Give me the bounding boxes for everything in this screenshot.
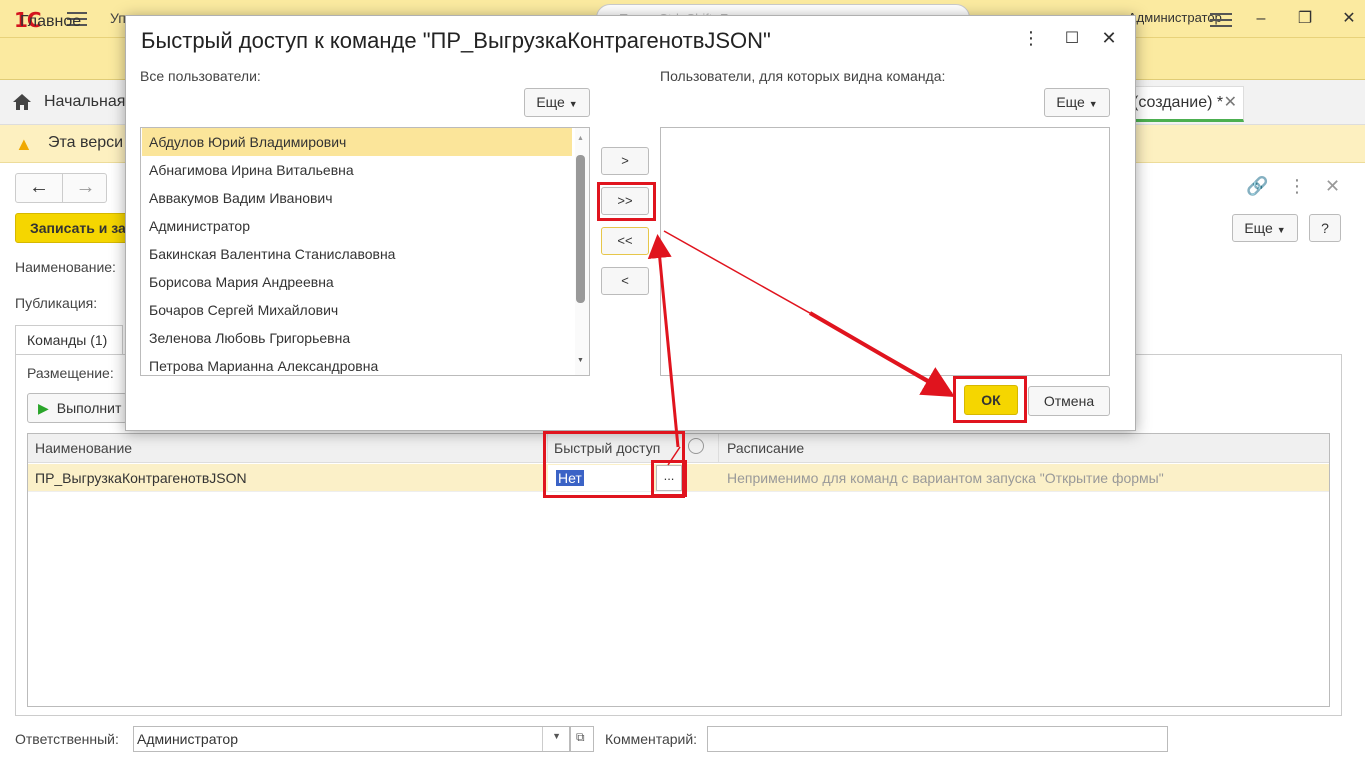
annotation-arrows [647,230,955,466]
